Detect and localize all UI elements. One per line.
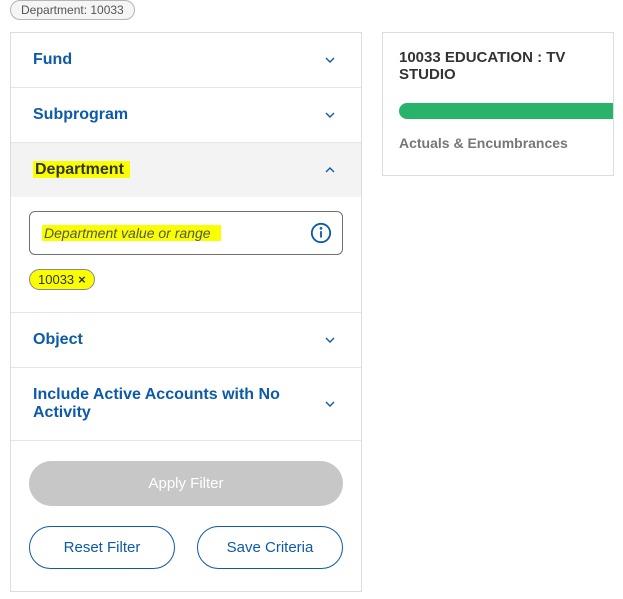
- accordion-include-active: Include Active Accounts with No Activity: [11, 368, 361, 441]
- accordion-header-department[interactable]: Department: [11, 143, 361, 197]
- accordion-subprogram: Subprogram: [11, 88, 361, 143]
- filter-panel: Fund Subprogram Department: [10, 32, 362, 592]
- fund-label: Fund: [33, 51, 72, 69]
- detail-panel: 10033 EDUCATION : TV STUDIO Actuals & En…: [382, 32, 614, 176]
- detail-subtitle: Actuals & Encumbrances: [399, 135, 613, 151]
- apply-filter-button[interactable]: Apply Filter: [29, 461, 343, 506]
- filter-buttons: Apply Filter Reset Filter Save Criteria: [11, 441, 361, 591]
- detail-title: 10033 EDUCATION : TV STUDIO: [399, 49, 613, 83]
- accordion-header-include-active[interactable]: Include Active Accounts with No Activity: [11, 368, 361, 440]
- subprogram-label: Subprogram: [33, 106, 128, 124]
- chevron-down-icon: [321, 331, 339, 349]
- progress-bar: [399, 103, 613, 119]
- department-input-wrap: Department value or range: [29, 211, 343, 255]
- chevron-down-icon: [321, 395, 339, 413]
- accordion-fund: Fund: [11, 33, 361, 88]
- department-label: Department: [33, 161, 130, 179]
- accordion-header-subprogram[interactable]: Subprogram: [11, 88, 361, 142]
- active-filter-tag[interactable]: Department: 10033: [10, 0, 135, 20]
- object-label: Object: [33, 331, 83, 349]
- accordion-department: Department Department value or range 100…: [11, 143, 361, 313]
- chevron-up-icon: [321, 161, 339, 179]
- department-body: Department value or range 10033 ×: [11, 197, 361, 312]
- department-filter-chip[interactable]: 10033 ×: [29, 269, 95, 290]
- chip-value: 10033: [38, 272, 74, 287]
- save-criteria-button[interactable]: Save Criteria: [197, 526, 343, 569]
- accordion-header-object[interactable]: Object: [11, 313, 361, 367]
- chevron-down-icon: [321, 51, 339, 69]
- include-active-label: Include Active Accounts with No Activity: [33, 386, 293, 422]
- reset-filter-button[interactable]: Reset Filter: [29, 526, 175, 569]
- info-icon[interactable]: [310, 222, 332, 244]
- chip-remove-icon[interactable]: ×: [78, 272, 86, 287]
- accordion-header-fund[interactable]: Fund: [11, 33, 361, 87]
- chevron-down-icon: [321, 106, 339, 124]
- accordion-object: Object: [11, 313, 361, 368]
